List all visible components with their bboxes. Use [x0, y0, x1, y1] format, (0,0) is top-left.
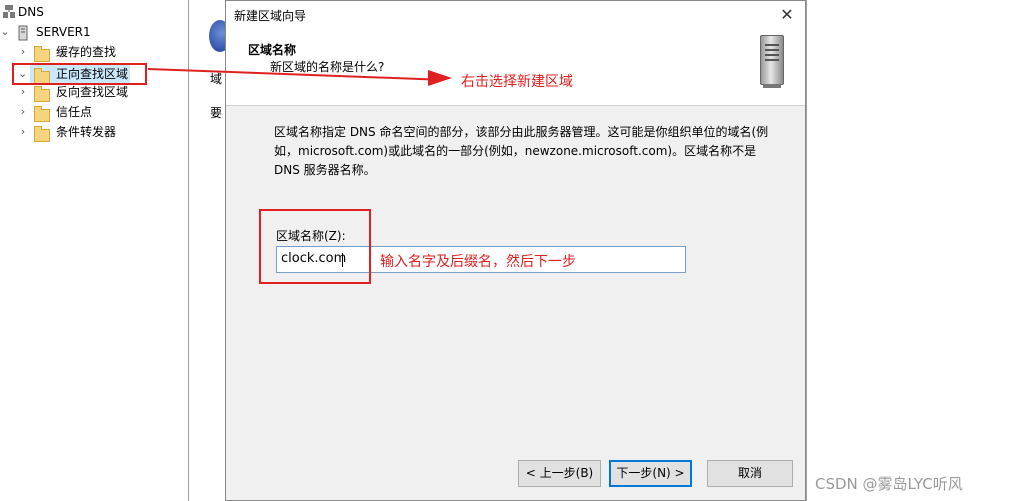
- tree-item-trust-points[interactable]: › 信任点: [18, 102, 178, 122]
- server-tower-icon: [760, 35, 784, 88]
- page-title: 区域名称: [248, 43, 297, 57]
- tree-item-reverse-lookup[interactable]: › 反向查找区域: [18, 82, 178, 102]
- cancel-button[interactable]: 取消: [707, 460, 793, 487]
- chevron-right-icon[interactable]: ›: [18, 82, 28, 102]
- folder-icon: [34, 105, 50, 122]
- tree-item-conditional-forwarders[interactable]: › 条件转发器: [18, 122, 178, 142]
- chevron-right-icon[interactable]: ›: [18, 42, 28, 62]
- tree-item-cache[interactable]: › 缓存的查找: [18, 42, 178, 62]
- folder-icon: [34, 85, 50, 102]
- chevron-right-icon[interactable]: ›: [18, 122, 28, 142]
- close-icon[interactable]: ✕: [775, 3, 799, 27]
- tree-item-label: 条件转发器: [56, 125, 117, 139]
- dialog-title: 新建区域向导: [234, 9, 307, 23]
- tree-item-label: 信任点: [56, 105, 93, 119]
- folder-icon: [34, 45, 50, 62]
- divider: [806, 0, 807, 501]
- wizard-header: 区域名称 新区域的名称是什么?: [226, 29, 805, 106]
- chevron-down-icon[interactable]: ⌄: [0, 22, 10, 42]
- arrow-right-icon: [428, 70, 452, 86]
- watermark: CSDN @雾岛LYC听风: [815, 475, 963, 493]
- annotation-input-note: 输入名字及后缀名，然后下一步: [380, 254, 576, 270]
- dns-icon: [2, 4, 18, 18]
- dialog-titlebar[interactable]: 新建区域向导 ✕: [226, 1, 805, 29]
- tree-server-label: SERVER1: [36, 25, 91, 39]
- highlight-box-tree: [12, 63, 147, 85]
- chevron-right-icon[interactable]: ›: [18, 102, 28, 122]
- tree-item-label: 缓存的查找: [56, 45, 117, 59]
- tree-root-label: DNS: [18, 5, 44, 19]
- next-button[interactable]: 下一步(N) >: [609, 460, 692, 487]
- folder-icon: [34, 125, 50, 142]
- back-button[interactable]: < 上一步(B): [518, 460, 601, 487]
- highlight-box-input: [259, 209, 371, 284]
- description-text: 区域名称指定 DNS 命名空间的部分，该部分由此服务器管理。这可能是你组织单位的…: [274, 125, 769, 177]
- details-text: 要: [210, 106, 223, 120]
- tree-item-label: 反向查找区域: [56, 85, 129, 99]
- server-icon: [18, 25, 34, 41]
- annotation-arrow-note: 右击选择新建区域: [461, 74, 573, 90]
